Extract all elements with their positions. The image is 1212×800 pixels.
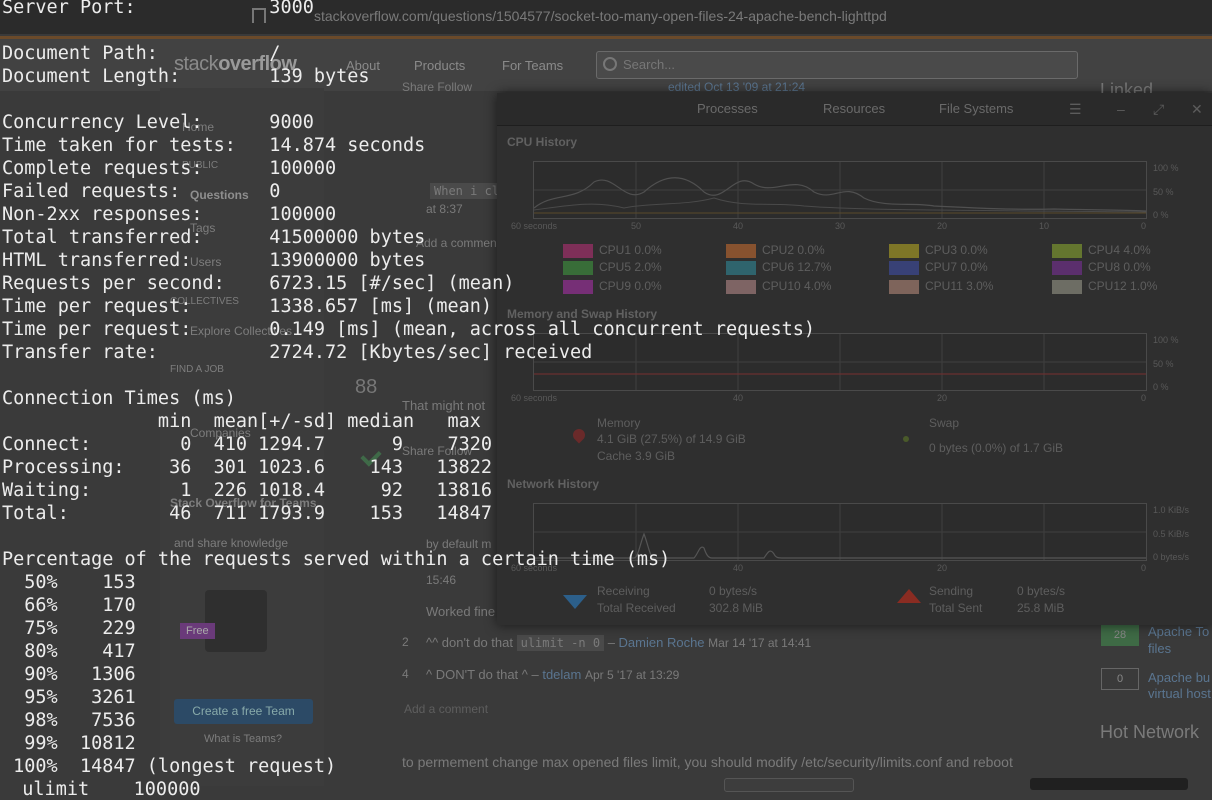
cpu-x-label-20: 20 (937, 221, 948, 231)
tab-resources[interactable]: Resources (823, 101, 885, 116)
cpu-legend-item[interactable]: CPU11 3.0% (889, 279, 993, 294)
mem-y-label-100: 100 % (1153, 335, 1179, 345)
terminal-line: 100% 14847 (longest request) (2, 756, 337, 777)
terminal-line: Document Path: / (2, 43, 281, 64)
swap-value: 0 bytes (0.0%) of 1.7 GiB (929, 441, 1064, 455)
linked-2-link-cont[interactable]: virtual host (1148, 686, 1211, 701)
terminal-line: Complete requests: 100000 (2, 158, 337, 179)
hot-network-heading: Hot Network (1100, 722, 1200, 742)
cpu-x-label-10: 10 (1039, 221, 1050, 231)
minimize-icon[interactable]: – (1117, 101, 1125, 117)
terminal-line: Transfer rate: 2724.72 [Kbytes/sec] rece… (2, 342, 593, 363)
terminal-line: Time taken for tests: 14.874 seconds (2, 135, 426, 156)
total-sent-label: Total Sent (929, 601, 983, 615)
terminal-line: 66% 170 (2, 595, 136, 616)
cpu-y-label-0: 0 % (1153, 210, 1169, 220)
cpu-legend-label: CPU11 3.0% (925, 279, 994, 293)
sending-arrow-icon (897, 589, 921, 603)
cpu-legend-item[interactable]: CPU7 0.0% (889, 260, 988, 275)
terminal-line: Failed requests: 0 (2, 181, 281, 202)
terminal-line: 98% 7536 (2, 710, 136, 731)
net-y-label-mid: 0.5 KiB/s (1153, 529, 1190, 539)
terminal-line: 95% 3261 (2, 687, 136, 708)
net-y-label-min: 0 bytes/s (1153, 552, 1190, 562)
mem-y-label-50: 50 % (1153, 359, 1174, 369)
cpu-legend-item[interactable]: CPU3 0.0% (889, 243, 988, 258)
terminal-line: Document Length: 139 bytes (2, 66, 370, 87)
terminal-line: Non-2xx responses: 100000 (2, 204, 337, 225)
linked-1-link[interactable]: Apache To (1148, 624, 1209, 639)
bottom-button-b[interactable] (1030, 778, 1188, 790)
terminal-output[interactable]: Server Port: 3000 Document Path: / Documen… (2, 0, 815, 778)
linked-2-link[interactable]: Apache bu (1148, 670, 1210, 685)
terminal-line: 75% 229 (2, 618, 136, 639)
cpu-y-label-50: 50 % (1153, 187, 1174, 197)
terminal-line: Waiting: 1 226 1018.4 92 13816 (2, 480, 493, 501)
linked-2-votes: 0 (1101, 668, 1139, 690)
terminal-line: Requests per second: 6723.15 [#/sec] (me… (2, 273, 515, 294)
cpu-color-swatch[interactable] (1052, 279, 1082, 294)
terminal-line: 90% 1306 (2, 664, 136, 685)
tab-file-systems[interactable]: File Systems (939, 101, 1013, 116)
cpu-legend-item[interactable]: CPU8 0.0% (1052, 260, 1151, 275)
cpu-color-swatch[interactable] (889, 260, 919, 275)
linked-1-votes: 28 (1101, 624, 1139, 646)
total-sent-value: 25.8 MiB (1017, 601, 1065, 615)
mem-y-label-0: 0 % (1153, 382, 1169, 392)
terminal-line: Concurrency Level: 9000 (2, 112, 314, 133)
linked-1-link-cont[interactable]: files (1148, 641, 1171, 656)
cpu-legend-item[interactable]: CPU4 4.0% (1052, 243, 1151, 258)
cpu-legend-label: CPU8 0.0% (1088, 260, 1151, 274)
terminal-line: Time per request: 0.149 [ms] (mean, acro… (2, 319, 816, 340)
cpu-x-label-30: 30 (835, 221, 846, 231)
net-x-label-20: 20 (937, 563, 948, 573)
menu-icon[interactable]: ☰ (1069, 101, 1082, 118)
sending-label: Sending (929, 584, 974, 598)
terminal-line: Time per request: 1338.657 [ms] (mean) (2, 296, 493, 317)
terminal-line: Connect: 0 410 1294.7 9 7320 (2, 434, 493, 455)
terminal-line: min mean[+/-sd] median max (2, 411, 481, 432)
terminal-line: 80% 417 (2, 641, 136, 662)
cpu-color-swatch[interactable] (1052, 243, 1082, 258)
terminal-line: Percentage of the requests served within… (2, 549, 671, 570)
terminal-line: 50% 153 (2, 572, 136, 593)
bottom-button-a[interactable] (724, 778, 854, 792)
terminal-line: 99% 10812 (2, 733, 136, 754)
cpu-legend-label: CPU3 0.0% (925, 243, 988, 257)
sending-value: 0 bytes/s (1017, 584, 1066, 598)
cpu-color-swatch[interactable] (889, 243, 919, 258)
cpu-legend-item[interactable]: CPU12 1.0% (1052, 279, 1157, 294)
net-y-label-max: 1.0 KiB/s (1153, 505, 1190, 515)
maximize-icon[interactable]: ⤢ (1153, 101, 1164, 118)
swap-dot-icon (903, 436, 909, 442)
mem-x-label-0: 0 (1141, 393, 1147, 403)
mem-x-label-20: 20 (937, 393, 948, 403)
cpu-color-swatch[interactable] (889, 279, 919, 294)
cpu-color-swatch[interactable] (1052, 260, 1082, 275)
terminal-line: Processing: 36 301 1023.6 143 13822 (2, 457, 493, 478)
terminal-line: Total transferred: 41500000 bytes (2, 227, 426, 248)
terminal-line: Connection Times (ms) (2, 388, 236, 409)
terminal-line: Total: 46 711 1793.9 153 14847 (2, 503, 493, 524)
cpu-y-label-100: 100 % (1153, 163, 1179, 173)
close-icon[interactable]: ✕ (1191, 101, 1203, 118)
terminal-line: HTML transferred: 13900000 bytes (2, 250, 426, 271)
cpu-legend-label: CPU12 1.0% (1088, 279, 1158, 293)
terminal-cut-line: ulimit 100000 (0, 779, 201, 800)
net-x-label-0: 0 (1141, 563, 1147, 573)
terminal-line: Server Port: 3000 (2, 0, 314, 18)
cpu-legend-label: CPU7 0.0% (925, 260, 988, 274)
cpu-legend-label: CPU4 4.0% (1088, 243, 1151, 257)
swap-label: Swap (929, 416, 960, 430)
cpu-x-label-0: 0 (1141, 221, 1147, 231)
